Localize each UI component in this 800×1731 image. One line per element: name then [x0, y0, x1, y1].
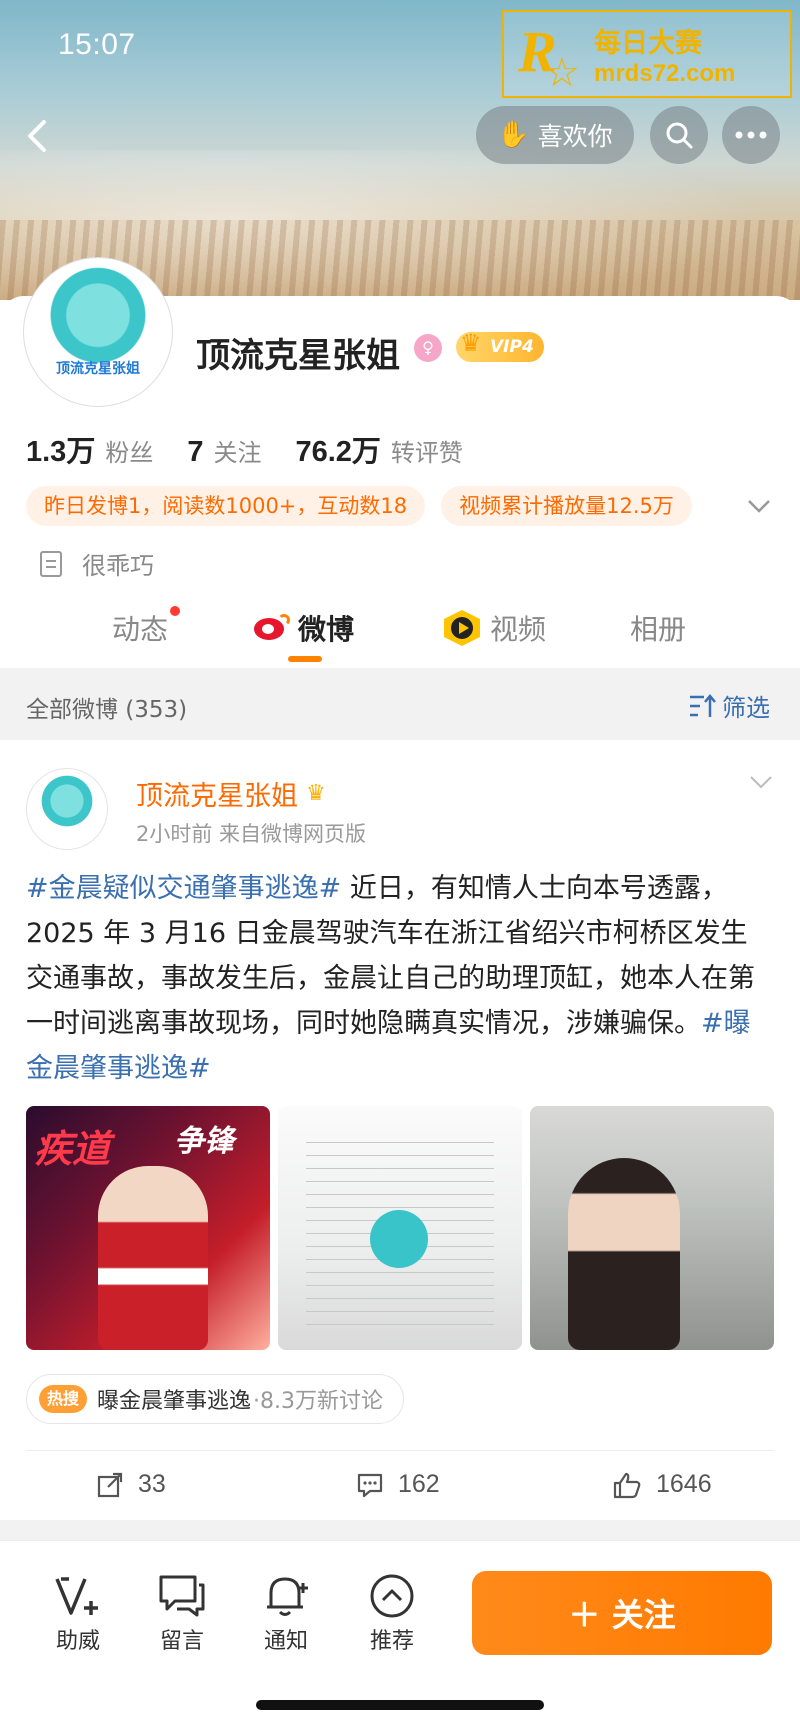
post-image[interactable]	[278, 1106, 522, 1350]
chevron-left-icon	[28, 120, 46, 152]
tab-weibo[interactable]: 微博	[254, 608, 354, 648]
all-posts-count: 全部微博 (353)	[26, 697, 188, 723]
back-button[interactable]	[18, 112, 58, 160]
crown-icon: ♛	[306, 781, 326, 806]
cheer-button[interactable]: 助威	[38, 1569, 118, 1655]
weibo-logo-icon	[254, 614, 290, 642]
watermark-title: 每日大赛	[594, 27, 702, 59]
followers-count[interactable]: 1.3万	[26, 428, 95, 470]
engagement-count[interactable]: 76.2万	[295, 428, 380, 470]
followers-label: 粉丝	[105, 439, 154, 467]
bio-text: 很乖巧	[82, 552, 154, 580]
hot-search-badge: 热搜	[39, 1385, 88, 1413]
like-you-label: 喜欢你	[537, 122, 613, 151]
home-indicator[interactable]	[256, 1700, 544, 1710]
v-plus-icon	[55, 1577, 98, 1615]
verified-badge-icon[interactable]: ♀	[414, 334, 442, 362]
hot-search-discussion: ·8.3万新讨论	[253, 1389, 384, 1414]
post-author-avatar[interactable]	[26, 768, 108, 850]
hot-search-tag[interactable]: 热搜 曝金晨肇事逃逸 ·8.3万新讨论	[26, 1374, 405, 1424]
post-images: 疾道 争锋	[26, 1106, 774, 1350]
follow-button[interactable]: ＋ 关注	[472, 1571, 772, 1655]
message-button[interactable]: 留言	[142, 1569, 222, 1655]
up-arrow-circle-icon	[370, 1574, 414, 1618]
chevron-down-icon	[748, 500, 770, 513]
filter-button[interactable]: 筛选	[688, 688, 770, 723]
video-play-icon	[444, 610, 480, 646]
filter-bar: 全部微博 (353) 筛选	[0, 668, 800, 740]
post-body: #金晨疑似交通肇事逃逸# 近日，有知情人士向本号透露，2025 年 3 月16 …	[26, 866, 774, 1091]
thumbs-up-icon	[613, 1472, 641, 1498]
topic-link[interactable]: #金晨疑似交通肇事逃逸#	[26, 873, 341, 904]
post-actions: 33 162 1646	[0, 1452, 800, 1520]
like-button[interactable]: 1646	[612, 1470, 712, 1499]
bell-icon	[267, 1577, 308, 1616]
expand-button[interactable]	[746, 492, 772, 520]
section-gap	[0, 1520, 800, 1540]
engagement-label: 转评赞	[390, 439, 463, 467]
watermark-logo: R ☆ 每日大赛 mrds72.com	[502, 10, 792, 98]
unread-dot	[170, 606, 181, 616]
hot-search-title: 曝金晨肇事逃逸	[97, 1389, 252, 1414]
video-plays-chip[interactable]: 视频累计播放量12.5万	[441, 486, 692, 526]
following-count[interactable]: 7	[187, 436, 203, 469]
profile-avatar[interactable]: 顶流克星张姐	[24, 258, 172, 406]
message-icon	[159, 1575, 205, 1617]
post-menu-button[interactable]	[748, 768, 774, 796]
tab-video[interactable]: 视频	[444, 608, 546, 648]
status-bar-time: 15:07	[58, 28, 136, 61]
post-meta: 2小时前 来自微博网页版	[136, 822, 367, 846]
avatar-caption: 顶流克星张姐	[56, 361, 140, 377]
profile-tabs: 动态 微博 视频 相册	[0, 600, 800, 668]
like-you-button[interactable]: ✋ 喜欢你	[476, 106, 634, 164]
post-image[interactable]: 疾道 争锋	[26, 1106, 270, 1350]
vip-badge[interactable]: ♛ VIP4	[456, 329, 544, 362]
watermark-url: mrds72.com	[594, 59, 736, 87]
comment-button[interactable]: 162	[356, 1470, 440, 1499]
divider	[26, 1450, 774, 1451]
tab-feed[interactable]: 动态	[112, 606, 181, 648]
more-button[interactable]	[722, 106, 780, 164]
more-icon	[735, 131, 767, 139]
repost-button[interactable]: 33	[96, 1470, 166, 1499]
active-tab-indicator	[288, 656, 322, 662]
search-icon	[666, 122, 693, 149]
recommend-button[interactable]: 推荐	[352, 1569, 432, 1655]
share-icon	[97, 1472, 123, 1497]
comment-icon	[357, 1473, 383, 1497]
watermark-r-logo: R ☆	[518, 19, 580, 96]
daily-stats-chip[interactable]: 昨日发博1，阅读数1000+，互动数18	[26, 486, 426, 526]
post-image[interactable]	[530, 1106, 774, 1350]
profile-name: 顶流克星张姐	[196, 336, 400, 376]
chevron-down-icon	[750, 776, 772, 789]
document-icon	[40, 550, 62, 577]
tab-album[interactable]: 相册	[630, 608, 686, 648]
following-label: 关注	[213, 439, 262, 467]
crown-icon: ♛	[460, 329, 482, 357]
profile-stats: 1.3万 粉丝 7 关注 76.2万 转评赞	[26, 428, 497, 470]
post-author-name[interactable]: 顶流克星张姐 ♛	[136, 774, 326, 813]
hand-wave-icon: ✋	[497, 120, 530, 150]
profile-summary-chips: 昨日发博1，阅读数1000+，互动数18 视频累计播放量12.5万	[26, 486, 708, 526]
filter-icon	[690, 693, 716, 717]
search-button[interactable]	[650, 106, 708, 164]
post-card[interactable]: 顶流克星张姐 ♛ 2小时前 来自微博网页版 #金晨疑似交通肇事逃逸# 近日，有知情…	[0, 740, 800, 1520]
notify-button[interactable]: 通知	[246, 1569, 326, 1655]
profile-bio: 很乖巧	[40, 546, 154, 581]
